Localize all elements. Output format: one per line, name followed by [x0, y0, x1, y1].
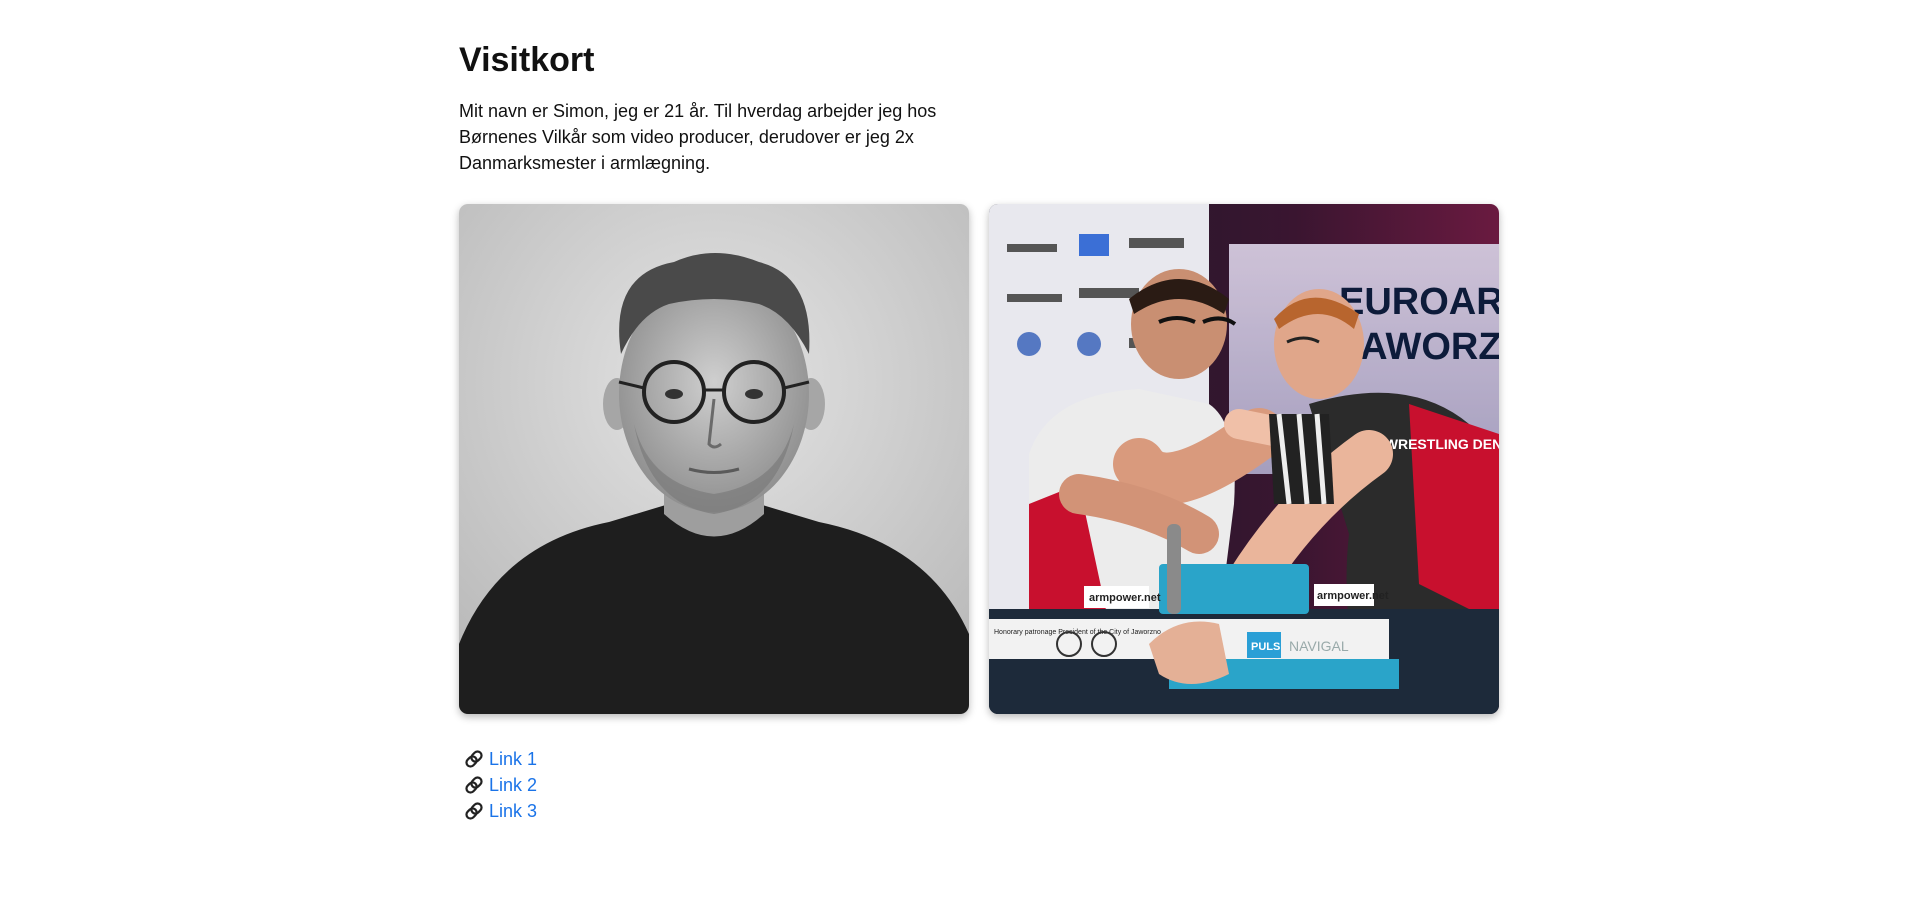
link-list: Link 1 Link 2 Link 3: [463, 746, 1499, 824]
intro-text: Mit navn er Simon, jeg er 21 år. Til hve…: [459, 101, 937, 173]
table-sign-left: armpower.net: [1089, 592, 1161, 604]
link-icon: [463, 800, 485, 822]
sponsor-navigal: NAVIGAL: [1289, 638, 1349, 654]
banner-line1: EUROARM: [1339, 281, 1499, 323]
business-card: Visitkort Mit navn er Simon, jeg er 21 å…: [459, 38, 1499, 824]
link-2[interactable]: Link 2: [489, 772, 537, 798]
sponsor-puls: PULS: [1251, 641, 1280, 653]
link-icon: [463, 748, 485, 770]
page-title: Visitkort: [459, 41, 595, 79]
link-item-1: Link 1: [463, 746, 1499, 772]
link-item-3: Link 3: [463, 798, 1499, 824]
link-1[interactable]: Link 1: [489, 746, 537, 772]
link-item-2: Link 2: [463, 772, 1499, 798]
table-sign-right: armpower.net: [1317, 590, 1389, 602]
portrait-photo: [459, 204, 969, 714]
link-icon: [463, 774, 485, 796]
link-3[interactable]: Link 3: [489, 798, 537, 824]
photo-row: EUROARM JAWORZN ARM WRESTLING DENMARK: [459, 204, 1499, 714]
armwrestling-photo: EUROARM JAWORZN ARM WRESTLING DENMARK: [989, 204, 1499, 714]
